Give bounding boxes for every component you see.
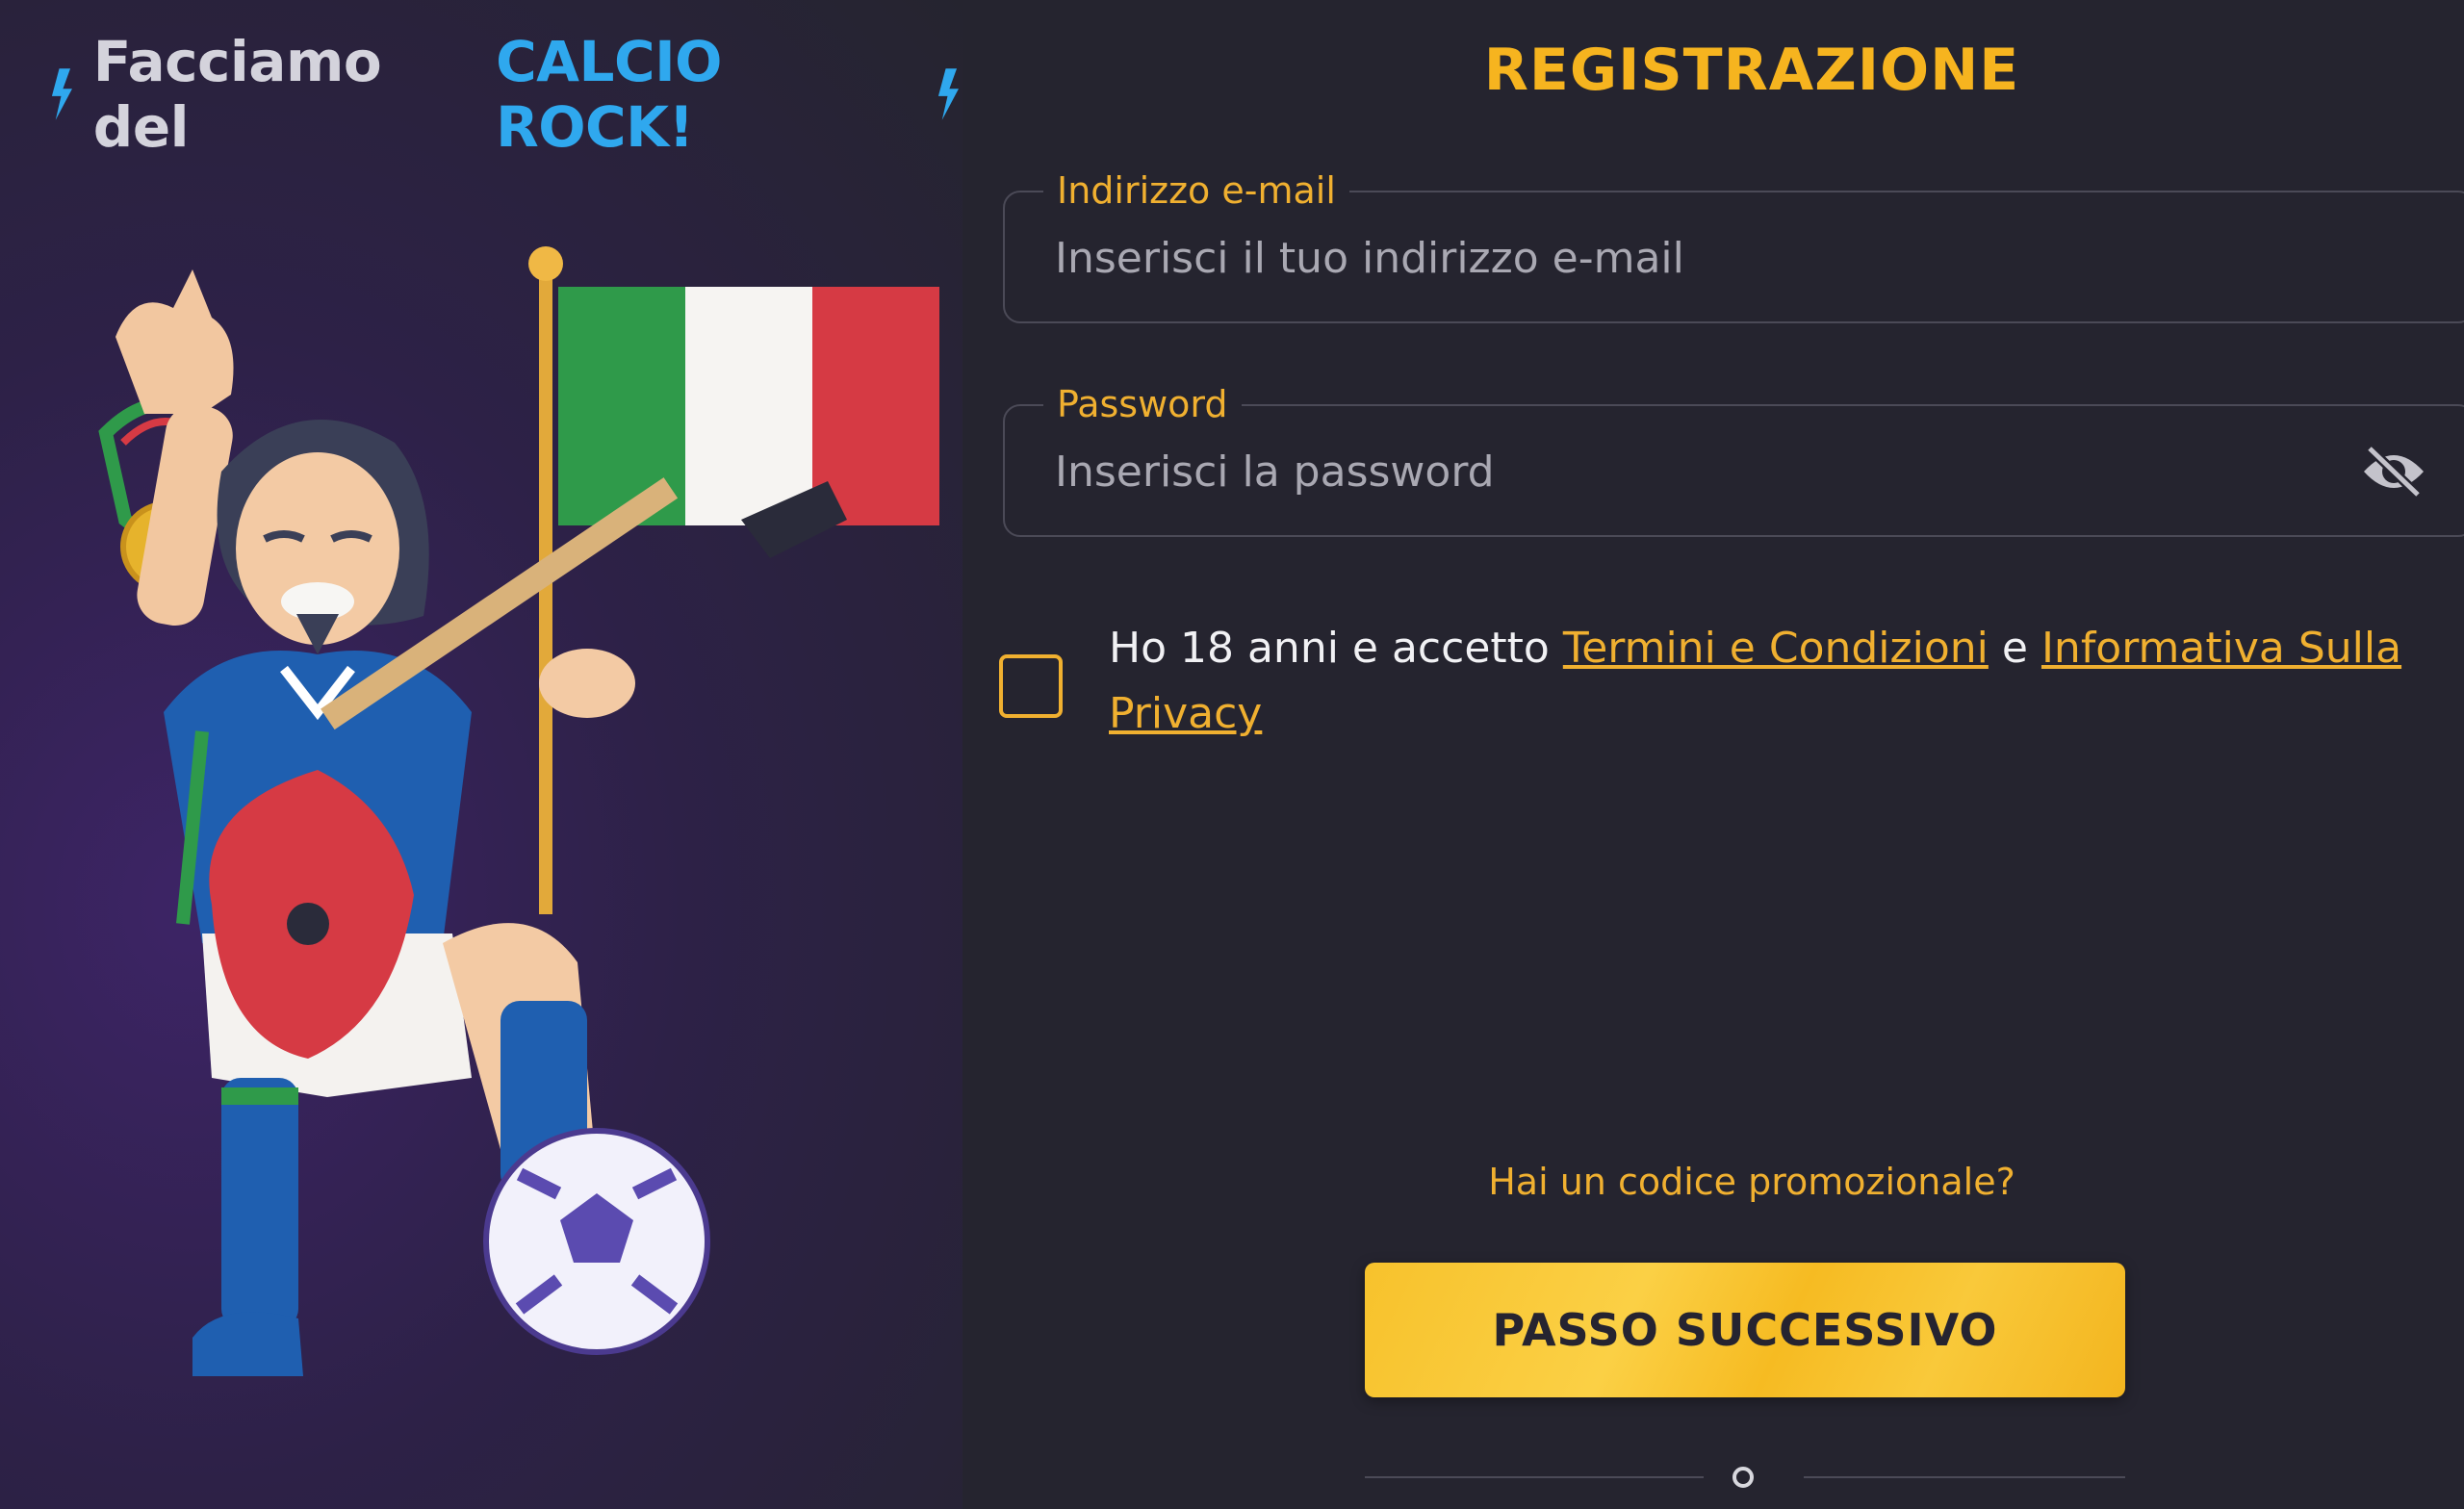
promo-panel: Facciamo del CALCIO ROCK!	[0, 0, 962, 1509]
tagline-accent: CALCIO ROCK!	[496, 29, 722, 160]
promo-tagline: Facciamo del CALCIO ROCK!	[50, 29, 962, 160]
eye-slash-icon[interactable]	[2360, 443, 2427, 500]
rock-footballer-illustration	[98, 246, 939, 1376]
lightning-bolt-icon	[51, 68, 72, 120]
consent-text-before: Ho 18 anni e accetto	[1109, 624, 1550, 673]
consent-text: Ho 18 anni e accetto Termini e Condizion…	[1109, 616, 2464, 747]
pagination-line	[1804, 1476, 2125, 1478]
lightning-bolt-icon	[938, 68, 960, 120]
page-title: REGISTRAZIONE	[1483, 37, 2020, 104]
promo-code-link[interactable]: Hai un codice promozionale?	[962, 1161, 2464, 1203]
pagination-dot[interactable]	[1732, 1467, 1754, 1488]
password-field-group: Password	[1003, 381, 2464, 537]
email-input[interactable]	[1053, 192, 2385, 323]
age-terms-checkbox[interactable]	[999, 654, 1063, 718]
pagination-line	[1365, 1476, 1704, 1478]
registration-form: REGISTRAZIONE Indirizzo e-mail Password …	[962, 0, 2464, 1509]
password-input[interactable]	[1053, 406, 2385, 537]
consent-conjunction: e	[2001, 624, 2028, 673]
tagline-prefix: Facciamo del	[92, 29, 382, 160]
terms-link[interactable]: Termini e Condizioni	[1563, 624, 1989, 673]
next-step-button[interactable]: PASSO SUCCESSIVO	[1365, 1263, 2125, 1397]
email-field-group: Indirizzo e-mail	[1003, 167, 2464, 323]
step-pagination	[1365, 1463, 2125, 1492]
